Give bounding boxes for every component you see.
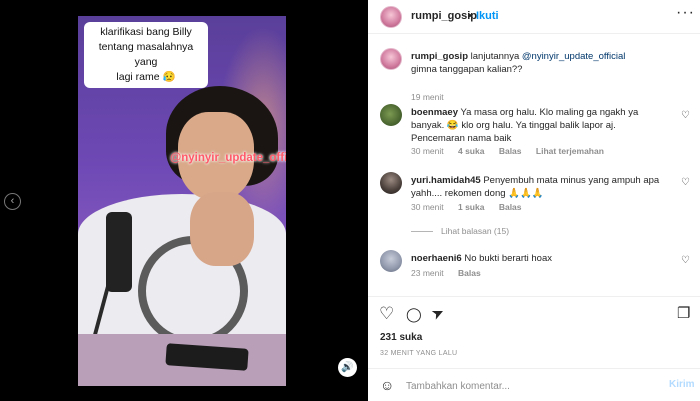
caption-text: rumpi_gosip lanjutannya @nyinyir_update_…	[411, 50, 669, 76]
comments-list[interactable]: rumpi_gosip lanjutannya @nyinyir_update_…	[368, 34, 700, 296]
reply-button[interactable]: Balas	[499, 202, 522, 212]
comment-likes[interactable]: 1 suka	[458, 202, 484, 212]
comment-meta: 30 menit 4 suka Balas Lihat terjemahan	[411, 146, 616, 156]
like-heart-icon[interactable]: ♡	[379, 305, 394, 323]
caption-line: klarifikasi bang Billy	[100, 26, 192, 38]
comment-text: yuri.hamidah45 Penyembuh mata minus yang…	[411, 174, 669, 200]
replies-divider	[411, 231, 433, 233]
comment-time: 30 menit	[411, 202, 444, 212]
comment-likes[interactable]: 4 suka	[458, 146, 484, 156]
emoji-picker-icon[interactable]: ☺	[380, 377, 394, 393]
video-caption-overlay: klarifikasi bang Billy tentang masalahny…	[84, 22, 208, 88]
commenter-avatar[interactable]	[380, 250, 402, 272]
comment-username[interactable]: boenmaey	[411, 107, 458, 118]
comment-meta: 30 menit 1 suka Balas	[411, 202, 534, 212]
post-details-panel: rumpi_gosip • Ikuti ··· rumpi_gosip lanj…	[368, 0, 700, 401]
comment-text: noerhaeni6 No bukti berarti hoax	[411, 252, 669, 265]
post-timestamp: 32 MENIT YANG LALU	[380, 350, 458, 357]
reply-button[interactable]: Balas	[458, 268, 481, 278]
comment-username[interactable]: noerhaeni6	[411, 253, 462, 264]
caption-line: lagi rame 😥	[116, 71, 176, 83]
post-media-panel: klarifikasi bang Billy tentang masalahny…	[0, 0, 368, 401]
video-watermark: @nyinyir_update_official	[170, 152, 286, 164]
comment-username[interactable]: yuri.hamidah45	[411, 175, 481, 186]
comment-meta: 23 menit Balas	[411, 268, 493, 278]
video-frame[interactable]: klarifikasi bang Billy tentang masalahny…	[78, 16, 286, 386]
comment-body: No bukti berarti hoax	[461, 253, 552, 264]
sound-icon[interactable]: 🔊	[338, 358, 357, 377]
post-comment-button[interactable]: Kirim	[669, 379, 695, 390]
caption-meta: 19 menit	[411, 92, 456, 102]
comment-time: 23 menit	[411, 268, 444, 278]
caption-line: tentang masalahnya yang	[98, 41, 194, 68]
comment-text: boenmaey Ya masa org halu. Klo maling ga…	[411, 106, 669, 145]
comment-time: 30 menit	[411, 146, 444, 156]
microphone	[106, 212, 132, 292]
comment-like-heart-icon[interactable]: ♡	[681, 255, 690, 266]
post-header: rumpi_gosip • Ikuti ···	[368, 0, 700, 34]
more-options-icon[interactable]: ···	[676, 4, 695, 22]
add-comment-input[interactable]	[406, 378, 656, 394]
previous-chevron-icon[interactable]: ‹	[4, 193, 21, 210]
follow-button[interactable]: Ikuti	[476, 10, 499, 22]
caption-text-part: lanjutannya	[468, 51, 522, 62]
save-bookmark-icon[interactable]: ❐	[677, 305, 690, 323]
reply-button[interactable]: Balas	[499, 146, 522, 156]
post-actions-bar: ♡ ◯ ➤ ❐	[368, 296, 700, 330]
commenter-avatar[interactable]	[380, 104, 402, 126]
add-comment-bar: ☺ Kirim	[368, 368, 700, 401]
caption-line2: gimna tanggapan kalian??	[411, 64, 523, 75]
comment-like-heart-icon[interactable]: ♡	[681, 177, 690, 188]
separator-dot: •	[468, 10, 472, 22]
view-replies-button[interactable]: Lihat balasan (15)	[411, 226, 509, 236]
commenter-avatar[interactable]	[380, 172, 402, 194]
person-hands	[190, 192, 254, 266]
likes-count[interactable]: 231 suka	[380, 332, 422, 343]
author-avatar[interactable]	[380, 48, 402, 70]
caption-time: 19 menit	[411, 92, 444, 102]
caption-username[interactable]: rumpi_gosip	[411, 51, 468, 62]
comment-like-heart-icon[interactable]: ♡	[681, 110, 690, 121]
share-send-icon[interactable]: ➤	[429, 303, 448, 325]
comment-bubble-icon[interactable]: ◯	[406, 305, 422, 323]
view-replies-label[interactable]: Lihat balasan (15)	[441, 226, 509, 236]
author-avatar[interactable]	[380, 6, 402, 28]
translate-link[interactable]: Lihat terjemahan	[536, 146, 604, 156]
caption-mention-link[interactable]: @nyinyir_update_official	[522, 51, 625, 62]
